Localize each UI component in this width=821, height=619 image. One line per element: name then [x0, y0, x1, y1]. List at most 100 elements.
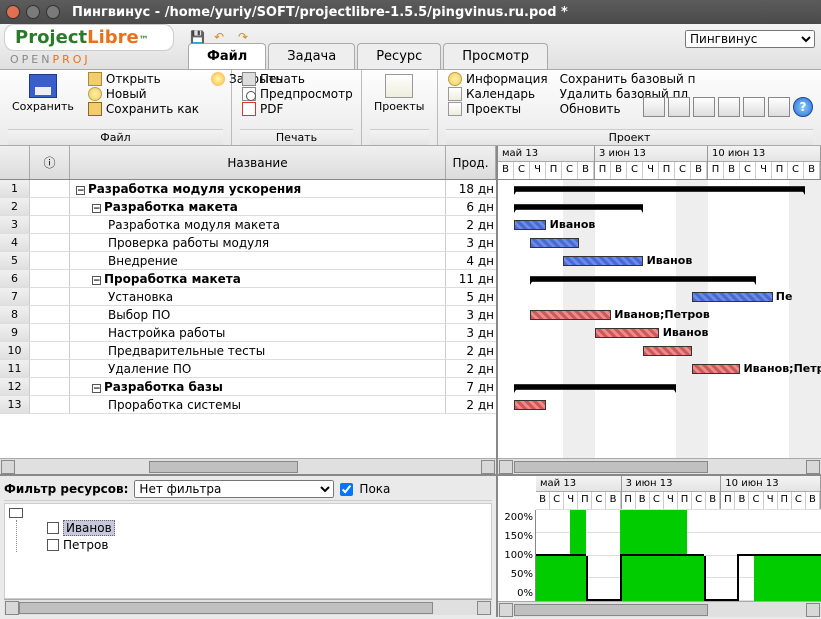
help-icon[interactable]: ? [793, 97, 813, 117]
window-close-icon[interactable] [6, 5, 20, 19]
horizontal-scrollbar[interactable] [4, 599, 492, 615]
col-number[interactable] [0, 146, 30, 179]
view-network-icon[interactable] [668, 97, 690, 117]
save-button[interactable]: Сохранить [8, 72, 78, 115]
gantt-bar[interactable] [514, 204, 643, 210]
calendar-button[interactable]: Календарь [446, 87, 550, 101]
gantt-bar[interactable] [643, 346, 691, 356]
print-button[interactable]: Печать [240, 72, 355, 86]
table-row[interactable]: 3 Разработка модуля макета 2 дн [0, 216, 496, 234]
gantt-bar[interactable] [595, 328, 660, 338]
projects-button[interactable]: Проекты [370, 72, 429, 115]
view-report-icon[interactable] [743, 97, 765, 117]
table-row[interactable]: 12 −Разработка базы 7 дн [0, 378, 496, 396]
scroll-right-icon[interactable] [806, 603, 820, 617]
print-icon [242, 72, 256, 86]
window-maximize-icon[interactable] [46, 5, 60, 19]
scroll-left-icon[interactable] [499, 460, 513, 474]
resource-filter-panel: Фильтр ресурсов: Нет фильтра Пока Иванов… [0, 476, 498, 617]
col-info[interactable]: ⓘ [30, 146, 70, 179]
view-wbs-icon[interactable] [718, 97, 740, 117]
ribbon: Сохранить Открыть Новый Сохранить как За… [0, 70, 821, 146]
gantt-bar[interactable] [530, 276, 756, 282]
tab-file[interactable]: Файл [188, 43, 266, 69]
collapse-icon[interactable]: − [92, 384, 101, 393]
info-icon [448, 72, 462, 86]
gantt-bar[interactable] [692, 364, 740, 374]
gantt-bar[interactable] [692, 292, 773, 302]
scroll-right-icon[interactable] [477, 601, 491, 615]
main-area: ⓘ Название Прод. 1 −Разработка модуля ус… [0, 146, 821, 476]
projects2-button[interactable]: Проекты [446, 102, 550, 116]
histogram-plot[interactable] [536, 510, 821, 601]
view-resources-icon[interactable] [693, 97, 715, 117]
save-as-button[interactable]: Сохранить как [86, 102, 201, 116]
gantt-bar[interactable] [514, 186, 805, 192]
filter-select[interactable]: Нет фильтра [134, 480, 334, 498]
scroll-left-icon[interactable] [1, 460, 15, 474]
tree-item-petrov[interactable]: Петров [47, 538, 487, 552]
view-none-icon[interactable] [768, 97, 790, 117]
gantt-bar[interactable] [514, 384, 676, 390]
table-row[interactable]: 5 Внедрение 4 дн [0, 252, 496, 270]
collapse-icon[interactable]: − [76, 186, 85, 195]
gantt-bar[interactable] [514, 400, 546, 410]
table-row[interactable]: 2 −Разработка макета 6 дн [0, 198, 496, 216]
table-row[interactable]: 6 −Проработка макета 11 дн [0, 270, 496, 288]
table-row[interactable]: 1 −Разработка модуля ускорения 18 дн [0, 180, 496, 198]
col-duration[interactable]: Прод. [446, 146, 496, 179]
horizontal-scrollbar[interactable] [0, 458, 496, 474]
scroll-thumb[interactable] [149, 461, 298, 473]
info-button[interactable]: Информация [446, 72, 550, 86]
project-selector[interactable]: Пингвинус [685, 30, 815, 48]
undo-icon[interactable]: ↶ [214, 30, 230, 46]
new-button[interactable]: Новый [86, 87, 201, 101]
collapse-icon[interactable]: − [92, 276, 101, 285]
scroll-right-icon[interactable] [481, 460, 495, 474]
scroll-thumb[interactable] [19, 602, 434, 614]
scroll-right-icon[interactable] [806, 460, 820, 474]
gantt-bar[interactable] [563, 256, 644, 266]
window-minimize-icon[interactable] [26, 5, 40, 19]
tab-task[interactable]: Задача [268, 43, 355, 69]
table-row[interactable]: 8 Выбор ПО 3 дн [0, 306, 496, 324]
gantt-body[interactable]: ИвановИвановПеИванов;ПетровИвановИванов;… [498, 180, 821, 458]
tab-view[interactable]: Просмотр [443, 43, 548, 69]
histogram-bar [553, 556, 570, 602]
scroll-left-icon[interactable] [499, 603, 513, 617]
resource-tree[interactable]: Иванов Петров [4, 503, 492, 599]
scroll-left-icon[interactable] [5, 601, 19, 615]
histogram-bar [570, 510, 587, 601]
scroll-thumb[interactable] [514, 604, 708, 616]
table-row[interactable]: 13 Проработка системы 2 дн [0, 396, 496, 414]
view-gantt-icon[interactable] [643, 97, 665, 117]
gantt-bar[interactable] [530, 310, 611, 320]
tree-root[interactable] [9, 508, 487, 518]
gantt-bar[interactable] [514, 220, 546, 230]
horizontal-scrollbar[interactable] [498, 601, 821, 617]
collapse-icon[interactable]: − [92, 204, 101, 213]
show-checkbox[interactable] [340, 483, 353, 496]
preview-icon [242, 87, 256, 101]
save-icon[interactable]: 💾 [190, 30, 206, 46]
close-icon [211, 72, 225, 86]
gantt-label: Иванов [663, 326, 709, 339]
horizontal-scrollbar[interactable] [498, 458, 821, 474]
redo-icon[interactable]: ↷ [238, 30, 254, 46]
table-row[interactable]: 10 Предварительные тесты 2 дн [0, 342, 496, 360]
histogram-bar [787, 556, 804, 602]
open-button[interactable]: Открыть [86, 72, 201, 86]
table-row[interactable]: 9 Настройка работы 3 дн [0, 324, 496, 342]
save-baseline-button[interactable]: Сохранить базовый п [558, 72, 698, 86]
pdf-button[interactable]: PDF [240, 102, 355, 116]
gantt-bar[interactable] [530, 238, 578, 248]
tab-resource[interactable]: Ресурс [357, 43, 441, 69]
scroll-thumb[interactable] [514, 461, 708, 473]
col-name[interactable]: Название [70, 146, 446, 179]
preview-button[interactable]: Предпросмотр [240, 87, 355, 101]
table-row[interactable]: 4 Проверка работы модуля 3 дн [0, 234, 496, 252]
gantt-label: Иванов;Петров [743, 362, 821, 375]
table-row[interactable]: 11 Удаление ПО 2 дн [0, 360, 496, 378]
table-row[interactable]: 7 Установка 5 дн [0, 288, 496, 306]
tree-item-ivanov[interactable]: Иванов [47, 520, 487, 536]
